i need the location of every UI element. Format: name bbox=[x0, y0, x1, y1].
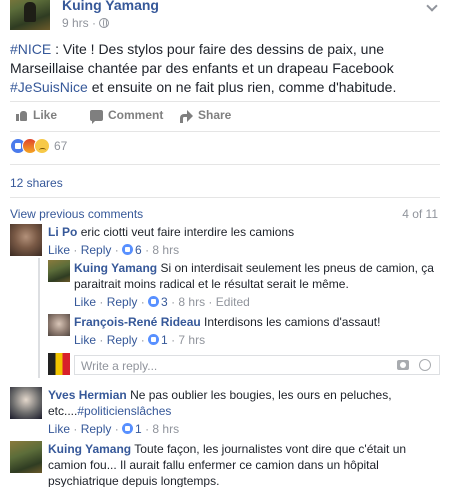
shares-link[interactable]: 12 shares bbox=[10, 176, 63, 190]
comment-content: Li Po eric ciotti veut faire interdire l… bbox=[48, 224, 438, 240]
reply-edited[interactable]: Edited bbox=[216, 295, 250, 309]
like-icon bbox=[122, 244, 134, 255]
post-timestamp: 9 hrs · bbox=[62, 16, 110, 30]
reply-meta: Like · Reply · 3 · 8 hrs · Edited bbox=[74, 295, 250, 309]
like-icon bbox=[148, 334, 160, 345]
share-icon bbox=[180, 109, 193, 123]
chevron-down-icon[interactable] bbox=[426, 0, 438, 12]
comment-time[interactable]: 8 hrs bbox=[152, 243, 179, 257]
post-time[interactable]: 9 hrs bbox=[62, 16, 89, 30]
thumbs-up-icon bbox=[16, 109, 28, 121]
reply-like-count[interactable]: 1 bbox=[161, 333, 168, 347]
reply-input[interactable]: Write a reply... bbox=[74, 355, 440, 375]
comment-time[interactable]: 8 hrs bbox=[152, 422, 179, 436]
reply-text: Interdisons les camions d'assaut! bbox=[204, 315, 381, 329]
like-label: Like bbox=[33, 108, 58, 122]
comment-author[interactable]: Kuing Yamang bbox=[48, 442, 131, 456]
share-button[interactable]: Share bbox=[180, 108, 232, 123]
hashtag-jesuisnice[interactable]: #JeSuisNice bbox=[10, 79, 88, 95]
emoji-icon[interactable] bbox=[419, 359, 431, 371]
avatar[interactable] bbox=[10, 441, 42, 473]
reply-time[interactable]: 7 hrs bbox=[178, 333, 205, 347]
view-previous-comments-link[interactable]: View previous comments bbox=[10, 207, 143, 221]
comment-button[interactable]: Comment bbox=[90, 108, 164, 124]
post-author[interactable]: Kuing Yamang bbox=[62, 0, 159, 13]
avatar[interactable] bbox=[48, 260, 70, 282]
reactions-count: 67 bbox=[54, 139, 68, 153]
comment-author[interactable]: Yves Hermian bbox=[48, 388, 127, 402]
reply-meta: Like · Reply · 1 · 7 hrs bbox=[74, 333, 206, 347]
like-icon bbox=[148, 296, 160, 307]
divider bbox=[10, 164, 440, 165]
comments-counter: 4 of 11 bbox=[402, 207, 438, 221]
reactions-summary[interactable]: 67 bbox=[10, 138, 67, 154]
reply-like-count[interactable]: 3 bbox=[161, 295, 168, 309]
comment-content: Yves Hermian Ne pas oublier les bougies,… bbox=[48, 387, 408, 419]
post-text-part2: et ensuite on ne fait plus rien, comme d… bbox=[87, 79, 397, 95]
reply-input-placeholder: Write a reply... bbox=[81, 359, 158, 373]
comment-label: Comment bbox=[108, 108, 164, 122]
comment-meta: Like · Reply · 6 · 8 hrs bbox=[48, 243, 180, 257]
previous-comments-bar: View previous comments 4 of 11 bbox=[10, 207, 438, 221]
action-bar: Like Comment Share bbox=[10, 108, 440, 126]
comment-reply-link[interactable]: Reply bbox=[81, 243, 112, 257]
reply-thread-line bbox=[38, 258, 40, 378]
reply-time[interactable]: 8 hrs bbox=[178, 295, 205, 309]
reply-content: François-René Rideau Interdisons les cam… bbox=[74, 314, 434, 330]
like-icon bbox=[122, 423, 134, 434]
post-header: Kuing Yamang 9 hrs · bbox=[10, 0, 450, 32]
sad-reaction-icon bbox=[34, 138, 50, 154]
author-avatar[interactable] bbox=[10, 0, 50, 30]
comment-meta: Like · Reply · 1 · 8 hrs bbox=[48, 422, 180, 436]
divider bbox=[10, 101, 440, 102]
avatar[interactable] bbox=[10, 387, 42, 419]
reply-like-link[interactable]: Like bbox=[74, 295, 96, 309]
hashtag-politicienslaches[interactable]: #politicienslâches bbox=[77, 404, 171, 418]
comment-like-link[interactable]: Like bbox=[48, 243, 70, 257]
reply-reply-link[interactable]: Reply bbox=[107, 333, 138, 347]
post-text: #NICE : Vite ! Des stylos pour faire des… bbox=[10, 40, 442, 97]
comment-icon bbox=[90, 109, 103, 124]
divider bbox=[10, 197, 440, 198]
reply-like-link[interactable]: Like bbox=[74, 333, 96, 347]
comment-content: Kuing Yamang Toute façon, les journalist… bbox=[48, 441, 438, 487]
reply-author[interactable]: François-René Rideau bbox=[74, 315, 201, 329]
like-button[interactable]: Like bbox=[16, 108, 57, 122]
globe-icon bbox=[99, 18, 110, 28]
avatar[interactable] bbox=[10, 224, 42, 256]
hashtag-nice[interactable]: #NICE bbox=[10, 41, 51, 57]
reply-content: Kuing Yamang Si on interdisait seulement… bbox=[74, 260, 434, 292]
avatar[interactable] bbox=[48, 314, 70, 336]
post-text-part1: : Vite ! Des stylos pour faire des dessi… bbox=[10, 41, 394, 76]
comment-reply-link[interactable]: Reply bbox=[81, 422, 112, 436]
current-user-avatar bbox=[48, 353, 70, 375]
comment-author[interactable]: Li Po bbox=[48, 225, 77, 239]
comment-like-count[interactable]: 1 bbox=[135, 422, 142, 436]
comment-text: eric ciotti veut faire interdire les cam… bbox=[80, 225, 295, 239]
comment-like-count[interactable]: 6 bbox=[135, 243, 142, 257]
reply-reply-link[interactable]: Reply bbox=[107, 295, 138, 309]
share-label: Share bbox=[198, 108, 232, 122]
divider bbox=[10, 131, 440, 132]
comment-like-link[interactable]: Like bbox=[48, 422, 70, 436]
camera-icon[interactable] bbox=[397, 360, 409, 370]
reply-author[interactable]: Kuing Yamang bbox=[74, 261, 157, 275]
